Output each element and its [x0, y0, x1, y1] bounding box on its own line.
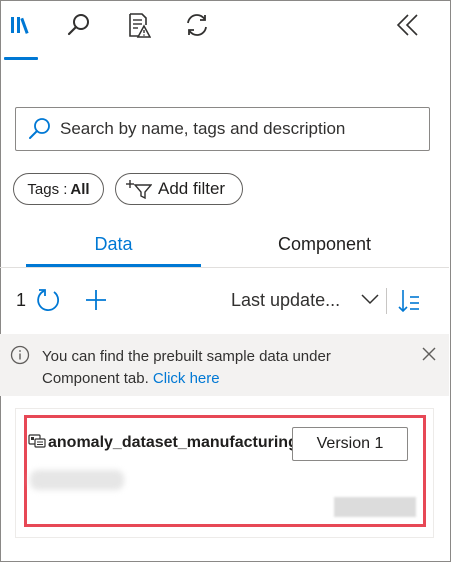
library-icon[interactable] [4, 10, 38, 60]
click-here-link[interactable]: Click here [153, 370, 220, 387]
version-dropdown[interactable]: Version 1 [292, 427, 408, 461]
dataset-icon [28, 434, 46, 455]
tags-value: All [70, 180, 90, 198]
divider [386, 288, 387, 314]
sort-dropdown[interactable]: Last update... [231, 290, 340, 311]
refresh-sync-icon[interactable] [182, 10, 212, 40]
tags-filter-pill[interactable]: Tags : All [13, 173, 104, 205]
info-icon [10, 345, 30, 370]
redacted-text [334, 497, 416, 517]
add-filter-label: Add filter [158, 179, 226, 198]
tab-component[interactable]: Component [232, 234, 417, 255]
info-message: You can find the prebuilt sample data un… [42, 346, 402, 390]
search-box [15, 107, 430, 151]
sort-direction-icon[interactable] [397, 288, 421, 319]
collapse-double-chevron-icon[interactable] [394, 10, 424, 40]
item-count: 1 [16, 290, 27, 310]
info-message-bar: You can find the prebuilt sample data un… [0, 334, 449, 396]
add-icon[interactable] [84, 288, 108, 317]
toolbar [0, 0, 449, 60]
close-icon[interactable] [421, 346, 437, 367]
tab-bar: Data Component [0, 226, 449, 268]
command-row: 1 Last update... [0, 284, 449, 318]
chevron-down-icon[interactable] [360, 292, 380, 311]
redacted-text [30, 470, 124, 490]
search-icon[interactable] [64, 10, 94, 40]
add-filter-button[interactable]: Add filter [115, 173, 243, 205]
tags-label: Tags : [27, 180, 68, 198]
refresh-icon[interactable] [35, 287, 61, 318]
add-filter-icon [126, 179, 153, 200]
dataset-title[interactable]: anomaly_dataset_manufacturing [48, 434, 298, 452]
tab-data[interactable]: Data [26, 234, 201, 255]
search-icon [28, 117, 52, 146]
search-input[interactable] [60, 116, 420, 142]
active-tab-indicator [26, 264, 201, 267]
document-alert-icon[interactable] [124, 10, 154, 40]
